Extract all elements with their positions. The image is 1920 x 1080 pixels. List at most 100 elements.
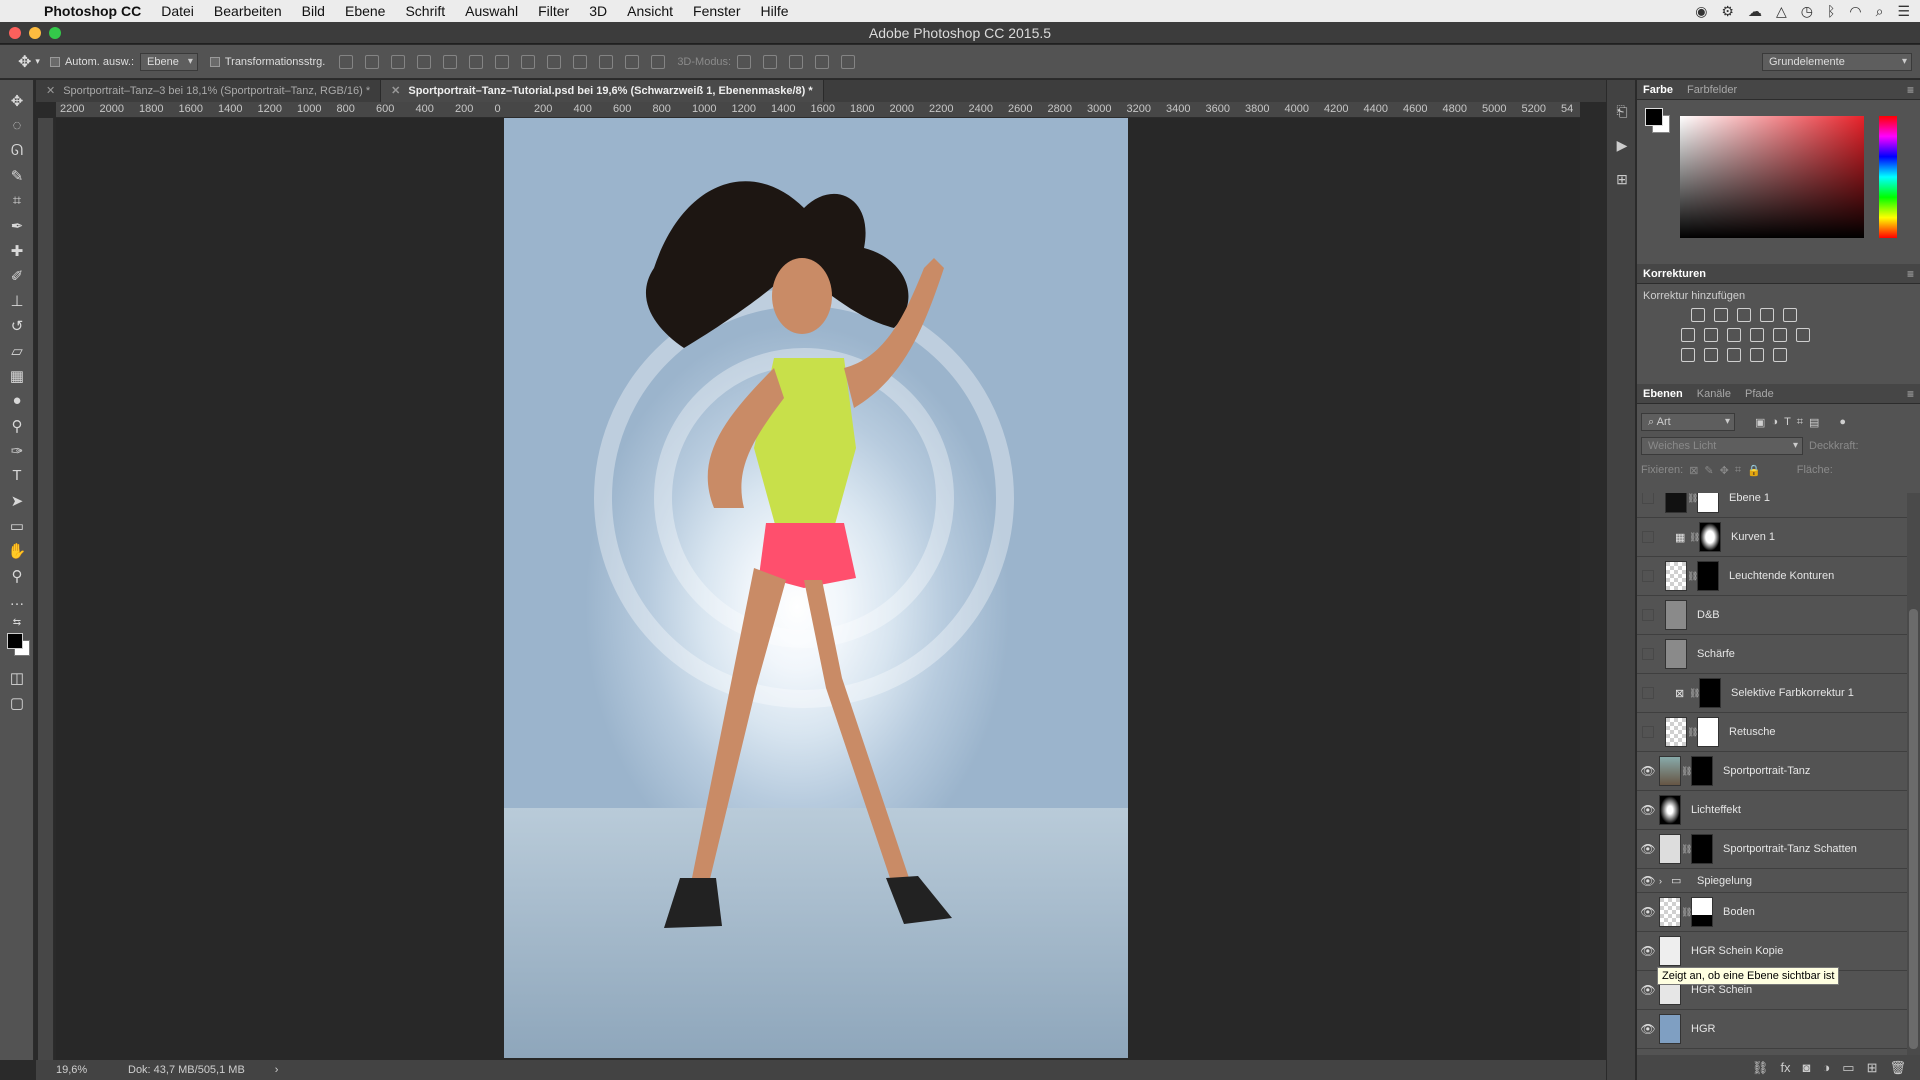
menu-bearbeiten[interactable]: Bearbeiten: [214, 3, 282, 19]
brush-tool[interactable]: ✐: [0, 263, 34, 288]
menu-ansicht[interactable]: Ansicht: [627, 3, 673, 19]
lock-transparency-icon[interactable]: ⊠: [1689, 464, 1698, 477]
screen-mode-icon[interactable]: ▢: [0, 690, 34, 715]
new-layer-icon[interactable]: ⊞: [1867, 1060, 1878, 1076]
quick-select-tool[interactable]: ✎: [0, 163, 34, 188]
chevron-right-icon[interactable]: ›: [1659, 876, 1671, 886]
eye-icon[interactable]: 👁: [1637, 874, 1659, 888]
filter-type-icon[interactable]: T: [1784, 416, 1791, 428]
menu-datei[interactable]: Datei: [161, 3, 194, 19]
sync-icon[interactable]: ⚙: [1721, 3, 1734, 20]
tab-sportportrait-tutorial[interactable]: ✕ Sportportrait–Tanz–Tutorial.psd bei 19,…: [381, 80, 824, 102]
gradient-map-icon[interactable]: [1773, 348, 1787, 362]
vibrance-icon[interactable]: [1783, 308, 1797, 322]
hue-slider[interactable]: [1879, 116, 1897, 238]
blend-mode-dropdown[interactable]: Weiches Licht: [1641, 437, 1803, 455]
layer-row[interactable]: ⊠ ⛓ Selektive Farbkorrektur 1: [1637, 674, 1907, 713]
tab-ebenen[interactable]: Ebenen: [1643, 388, 1683, 400]
eye-icon[interactable]: 👁: [1637, 905, 1659, 919]
filter-smart-object-icon[interactable]: ▤: [1809, 416, 1819, 429]
visibility-toggle[interactable]: [1642, 493, 1654, 504]
visibility-toggle[interactable]: [1642, 687, 1654, 699]
layer-group-row[interactable]: 👁 › ▭ Spiegelung: [1637, 869, 1907, 893]
layer-row[interactable]: ⛓ Leuchtende Konturen: [1637, 557, 1907, 596]
zoom-window-button[interactable]: [49, 27, 61, 39]
channel-mixer-icon[interactable]: [1773, 328, 1787, 342]
distribute-right-icon[interactable]: [625, 54, 640, 69]
filter-pixel-icon[interactable]: ▣: [1755, 416, 1765, 429]
actions-panel-icon[interactable]: ▶: [1607, 128, 1637, 162]
tab-farbe[interactable]: Farbe: [1643, 84, 1673, 96]
transform-controls-checkbox[interactable]: [209, 56, 220, 67]
layer-mask-thumbnail[interactable]: [1699, 678, 1721, 708]
tab-pfade[interactable]: Pfade: [1745, 388, 1774, 400]
status-menu-arrow-icon[interactable]: ›: [275, 1064, 279, 1076]
auto-align-icon[interactable]: [651, 54, 666, 69]
move-tool[interactable]: ✥: [0, 88, 34, 113]
layers-scrollbar[interactable]: [1907, 493, 1920, 1055]
layer-filter-dropdown[interactable]: ⌕ Art: [1641, 413, 1735, 431]
layer-row[interactable]: 👁 Lichteffekt: [1637, 791, 1907, 830]
black-white-icon[interactable]: [1727, 328, 1741, 342]
filter-adjustment-icon[interactable]: ◑: [1771, 416, 1778, 428]
notification-icon[interactable]: ☰: [1897, 3, 1910, 20]
distribute-top-icon[interactable]: [495, 54, 510, 69]
distribute-vcenter-icon[interactable]: [521, 54, 536, 69]
eraser-tool[interactable]: ▱: [0, 338, 34, 363]
layer-style-icon[interactable]: fx: [1780, 1060, 1790, 1075]
cloud-icon[interactable]: ☁: [1748, 3, 1762, 20]
workspace-dropdown[interactable]: Grundelemente: [1762, 53, 1912, 71]
add-mask-icon[interactable]: ◙: [1803, 1060, 1811, 1075]
zoom-tool[interactable]: ⚲: [0, 563, 34, 588]
timer-icon[interactable]: ◷: [1801, 3, 1813, 20]
align-vcenter-icon[interactable]: [365, 54, 380, 69]
layer-row[interactable]: Schärfe: [1637, 635, 1907, 674]
marquee-tool[interactable]: ◌: [0, 113, 34, 138]
layer-row[interactable]: 👁 HGR: [1637, 1010, 1907, 1049]
layer-row[interactable]: ▦ ⛓ Kurven 1: [1637, 518, 1907, 557]
crop-tool[interactable]: ⌗: [0, 188, 34, 213]
close-tab-icon[interactable]: ✕: [46, 85, 55, 97]
new-group-icon[interactable]: ▭: [1842, 1060, 1854, 1076]
rectangle-tool[interactable]: ▭: [0, 513, 34, 538]
panel-menu-icon[interactable]: ≡: [1907, 267, 1914, 281]
healing-brush-tool[interactable]: ✚: [0, 238, 34, 263]
align-top-icon[interactable]: [339, 54, 354, 69]
layer-row[interactable]: 👁 HGR Schein Kopie: [1637, 932, 1907, 971]
lock-pixels-icon[interactable]: ✎: [1704, 464, 1713, 477]
dodge-tool[interactable]: ⚲: [0, 413, 34, 438]
layer-row[interactable]: 👁 ⛓ Boden: [1637, 893, 1907, 932]
levels-icon[interactable]: [1714, 308, 1728, 322]
pan-3d-icon[interactable]: [789, 54, 804, 69]
tab-sportportrait-tanz-3[interactable]: ✕ Sportportrait–Tanz–3 bei 18,1% (Sportpo…: [36, 80, 382, 102]
history-brush-tool[interactable]: ↺: [0, 313, 34, 338]
layer-mask-thumbnail[interactable]: [1691, 834, 1713, 864]
visibility-toggle[interactable]: [1642, 570, 1654, 582]
menu-ebene[interactable]: Ebene: [345, 3, 385, 19]
layer-row[interactable]: 👁 ⛓ Sportportrait-Tanz Schatten: [1637, 830, 1907, 869]
zoom-level[interactable]: 19,6%: [56, 1064, 126, 1076]
pen-tool[interactable]: ✑: [0, 438, 34, 463]
close-tab-icon[interactable]: ✕: [391, 85, 400, 97]
properties-panel-icon[interactable]: ⊞: [1607, 162, 1637, 196]
orbit-3d-icon[interactable]: [737, 54, 752, 69]
quick-mask-icon[interactable]: ◫: [0, 665, 34, 690]
slide-3d-icon[interactable]: [815, 54, 830, 69]
layer-mask-thumbnail[interactable]: [1697, 493, 1719, 513]
lock-artboard-icon[interactable]: ⌗: [1735, 464, 1741, 477]
layer-mask-thumbnail[interactable]: [1697, 561, 1719, 591]
align-right-icon[interactable]: [469, 54, 484, 69]
layer-row[interactable]: D&B: [1637, 596, 1907, 635]
distribute-hcenter-icon[interactable]: [599, 54, 614, 69]
delete-layer-icon[interactable]: 🗑: [1889, 1060, 1906, 1076]
hand-tool[interactable]: ✋: [0, 538, 34, 563]
eye-icon[interactable]: 👁: [1637, 842, 1659, 856]
link-layers-icon[interactable]: ⛓: [1752, 1060, 1769, 1076]
panel-menu-icon[interactable]: ≡: [1907, 387, 1914, 401]
gradient-tool[interactable]: ▦: [0, 363, 34, 388]
tool-preset-chevron-icon[interactable]: ▾: [35, 56, 40, 67]
curves-icon[interactable]: [1737, 308, 1751, 322]
lock-all-icon[interactable]: 🔒: [1747, 464, 1761, 477]
color-lookup-icon[interactable]: [1796, 328, 1810, 342]
eye-icon[interactable]: 👁: [1637, 1022, 1659, 1036]
